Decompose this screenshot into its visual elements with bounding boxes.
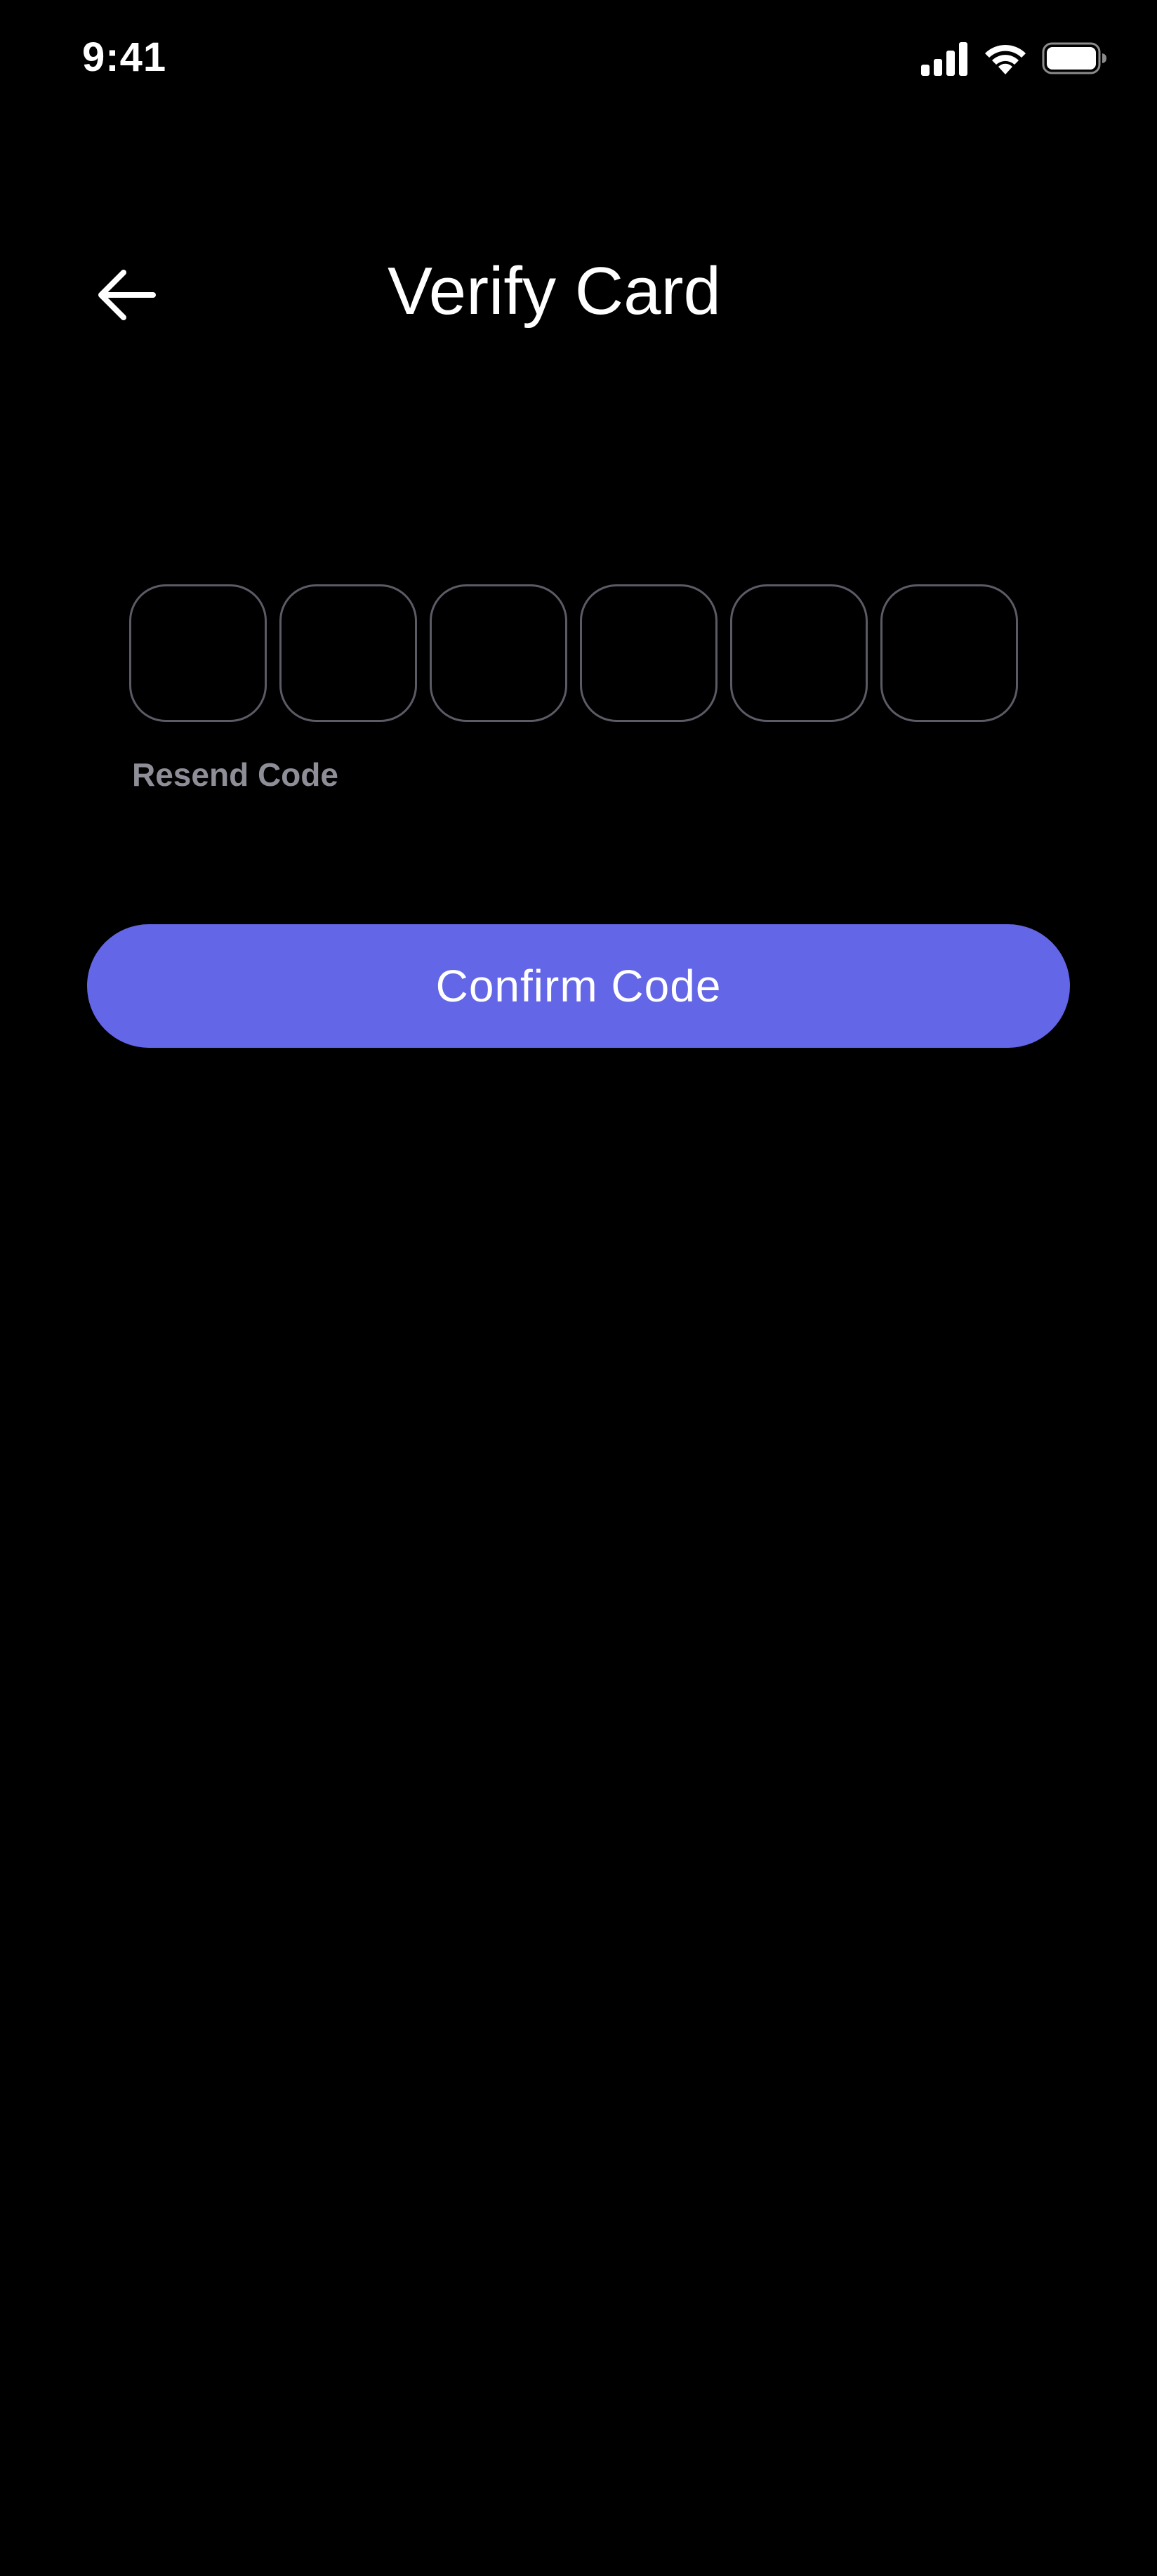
status-bar: 9:41 xyxy=(0,0,1157,124)
verification-code-input xyxy=(129,584,1018,725)
code-digit-3[interactable] xyxy=(430,584,567,722)
header: Verify Card xyxy=(0,232,1157,351)
status-icons xyxy=(918,42,1108,81)
code-digit-2[interactable] xyxy=(279,584,417,722)
battery-icon xyxy=(1042,42,1106,74)
code-digit-1[interactable] xyxy=(129,584,267,722)
code-digit-6[interactable] xyxy=(880,584,1018,722)
wifi-icon xyxy=(985,44,1026,74)
code-digit-4[interactable] xyxy=(580,584,718,722)
code-digit-5[interactable] xyxy=(730,584,868,722)
cellular-signal-icon xyxy=(921,42,967,76)
confirm-code-button[interactable]: Confirm Code xyxy=(87,924,1070,1048)
status-time: 9:41 xyxy=(82,34,167,80)
resend-code-link[interactable]: Resend Code xyxy=(132,756,338,794)
back-button[interactable] xyxy=(84,260,176,330)
page-title: Verify Card xyxy=(388,254,721,329)
arrow-left-icon xyxy=(98,270,156,320)
